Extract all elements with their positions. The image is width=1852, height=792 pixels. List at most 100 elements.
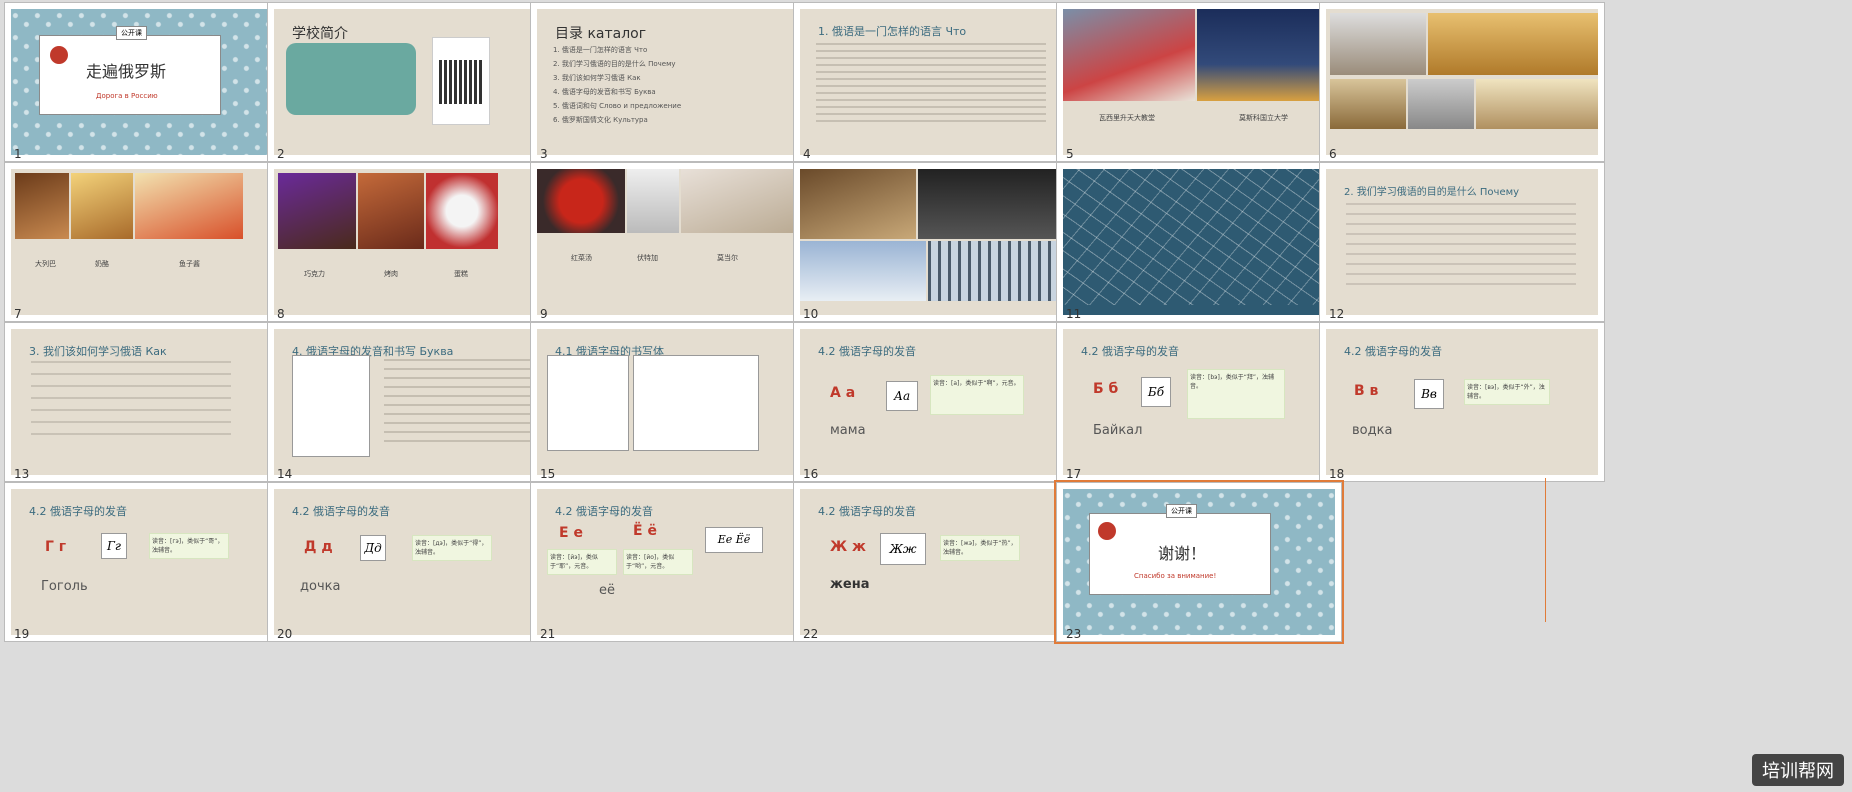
slide-number: 6 bbox=[1329, 147, 1337, 161]
slide-number: 19 bbox=[14, 627, 30, 641]
slide-thumbnail-9[interactable]: 红菜汤 伏特加 莫当尔 bbox=[530, 162, 816, 322]
slide-thumbnail-10[interactable] bbox=[793, 162, 1079, 322]
pronunciation-note-yo: 读音：[йо]，类似于“哟”，元音。 bbox=[623, 549, 693, 575]
cake-photo bbox=[426, 173, 498, 249]
badge: 公开课 bbox=[1166, 504, 1197, 518]
slide-number: 5 bbox=[1066, 147, 1074, 161]
slide-thumbnail-5[interactable]: 瓦西里升天大教堂 莫斯科国立大学 bbox=[1056, 2, 1342, 162]
letter-yo: Ё ё bbox=[633, 523, 657, 539]
cursive-letter: Гг bbox=[101, 533, 127, 559]
cursive-letter: Дд bbox=[360, 535, 386, 561]
toc-list: 1. 俄语是一门怎样的语言 Что 2. 我们学习俄语的目的是什么 Почему… bbox=[553, 46, 682, 124]
slide-thumbnail-1[interactable]: 公开课 走遍俄罗斯 Дорога в Россию bbox=[4, 2, 290, 162]
city-winter-photo bbox=[800, 241, 926, 301]
letter: Д д bbox=[304, 539, 333, 555]
slide-subtitle: Спасибо за внимание! bbox=[1134, 572, 1217, 580]
metro-photo-3 bbox=[1330, 79, 1406, 129]
metro-photo-1 bbox=[1330, 13, 1426, 75]
slide-thumbnail-12[interactable]: 2. 我们学习俄语的目的是什么 Почему bbox=[1319, 162, 1605, 322]
slide-number: 11 bbox=[1066, 307, 1082, 321]
slide-number: 14 bbox=[277, 467, 293, 481]
slide-number: 23 bbox=[1066, 627, 1082, 641]
slide-title: 1. 俄语是一门怎样的语言 Что bbox=[818, 25, 967, 38]
slide-number: 8 bbox=[277, 307, 285, 321]
cursive-letter: Вв bbox=[1414, 379, 1444, 409]
slide-thumbnail-13[interactable]: 3. 我们该如何学习俄语 Как bbox=[4, 322, 290, 482]
slide-thumbnail-8[interactable]: 巧克力 烤肉 蛋糕 bbox=[267, 162, 553, 322]
borscht-photo bbox=[537, 169, 625, 233]
slide-thumbnail-20[interactable]: 4.2 俄语字母的发音 Д д Дд 读音：[дэ]，类似于“得”，浊辅音。 д… bbox=[267, 482, 553, 642]
arrow-list bbox=[31, 361, 231, 445]
bread-photo bbox=[15, 173, 69, 239]
slide-title: 4.2 俄语字母的发音 bbox=[818, 505, 916, 518]
slide-title: 4.2 俄语字母的发音 bbox=[818, 345, 916, 358]
slide-number: 10 bbox=[803, 307, 819, 321]
example-word: дочка bbox=[300, 579, 341, 594]
slide-thumbnail-3[interactable]: 目录 каталог 1. 俄语是一门怎样的语言 Что 2. 我们学习俄语的目… bbox=[530, 2, 816, 162]
slide-thumbnail-7[interactable]: 大列巴 奶酪 鱼子酱 bbox=[4, 162, 290, 322]
slide-thumbnail-16[interactable]: 4.2 俄语字母的发音 А а Аа 读音：[a]，类似于“啊”，元音。 мам… bbox=[793, 322, 1079, 482]
script-chart bbox=[547, 355, 629, 451]
letter: Б б bbox=[1093, 381, 1119, 397]
letter: В в bbox=[1354, 383, 1379, 399]
school-logo bbox=[1098, 522, 1116, 540]
slide-thumbnail-6[interactable] bbox=[1319, 2, 1605, 162]
example-word: Байкал bbox=[1093, 423, 1143, 438]
slide-number: 20 bbox=[277, 627, 293, 641]
slide-number: 22 bbox=[803, 627, 819, 641]
insertion-marker bbox=[1545, 478, 1546, 622]
slide-thumbnail-19[interactable]: 4.2 俄语字母的发音 Г г Гг 读音：[гэ]，类似于“哥”，浊辅音。 Г… bbox=[4, 482, 290, 642]
paragraph-block bbox=[816, 43, 1046, 127]
slide-thumbnail-23[interactable]: 公开课 谢谢！ Спасибо за внимание! bbox=[1054, 480, 1344, 644]
slide-thumbnail-14[interactable]: 4. 俄语字母的发音和书写 Буква bbox=[267, 322, 553, 482]
qr-code bbox=[432, 37, 490, 125]
slide-title: 2. 我们学习俄语的目的是什么 Почему bbox=[1344, 187, 1520, 198]
example-word: жена bbox=[830, 577, 870, 592]
info-panel bbox=[286, 43, 416, 115]
slide-thumbnail-11[interactable] bbox=[1056, 162, 1342, 322]
slide-number: 21 bbox=[540, 627, 556, 641]
metro-photo-4 bbox=[1408, 79, 1474, 129]
forest-photo bbox=[928, 241, 1072, 301]
slide-thumbnail-17[interactable]: 4.2 俄语字母的发音 Б б Бб 读音：[bэ]，类似于“拜”，浊辅音。 Б… bbox=[1056, 322, 1342, 482]
slide-number: 13 bbox=[14, 467, 30, 481]
pronunciation-note: 读音：[вэ]，类似于“外”，浊辅音。 bbox=[1464, 379, 1550, 405]
slide-title: 学校简介 bbox=[292, 26, 348, 42]
slide-thumbnail-18[interactable]: 4.2 俄语字母的发音 В в Вв 读音：[вэ]，类似于“外”，浊辅音。 в… bbox=[1319, 322, 1605, 482]
slide-number: 3 bbox=[540, 147, 548, 161]
pronunciation-note: 读音：[гэ]，类似于“哥”，浊辅音。 bbox=[149, 533, 229, 559]
slide-thumbnail-4[interactable]: 1. 俄语是一门怎样的语言 Что bbox=[793, 2, 1079, 162]
vodka-photo bbox=[627, 169, 679, 233]
slide-thumbnail-2[interactable]: 学校简介 bbox=[267, 2, 553, 162]
slide-thumbnail-21[interactable]: 4.2 俄语字母的发音 Е е Ё ё Ее Ёё 读音：[йэ]，类似于“耶”… bbox=[530, 482, 816, 642]
slide-number: 17 bbox=[1066, 467, 1082, 481]
slide-number: 2 bbox=[277, 147, 285, 161]
slide-thumbnail-22[interactable]: 4.2 俄语字母的发音 Ж ж Жж 读音：[жэ]，类似于“热”，浊辅音。 ж… bbox=[793, 482, 1079, 642]
letter: Ж ж bbox=[830, 539, 866, 555]
cursive-letter: Ее Ёё bbox=[705, 527, 763, 553]
school-logo bbox=[50, 46, 68, 64]
thanks-card: 公开课 谢谢！ Спасибо за внимание! bbox=[1089, 504, 1271, 595]
letter: А а bbox=[830, 385, 856, 401]
slide-number: 18 bbox=[1329, 467, 1345, 481]
cursive-letter: Жж bbox=[880, 533, 926, 565]
chocolate-photo bbox=[278, 173, 356, 249]
slide-title: 4.2 俄语字母的发音 bbox=[29, 505, 127, 518]
cathedral-photo bbox=[1063, 9, 1195, 101]
slide-title: 目录 каталог bbox=[555, 26, 647, 42]
example-word: мама bbox=[830, 423, 866, 438]
alphabet-notes bbox=[384, 359, 534, 449]
pronunciation-note: 读音：[a]，类似于“啊”，元音。 bbox=[930, 375, 1024, 415]
slide-thumbnail-15[interactable]: 4.1 俄语字母的书写体 bbox=[530, 322, 816, 482]
slide-background: 公开课 走遍俄罗斯 Дорога в Россию bbox=[11, 9, 283, 155]
letter: Г г bbox=[45, 539, 67, 555]
badge: 公开课 bbox=[116, 26, 147, 40]
slide-title: 4.2 俄语字母的发音 bbox=[292, 505, 390, 518]
train-photo bbox=[918, 169, 1072, 239]
slide-number: 1 bbox=[14, 147, 22, 161]
alphabet-table bbox=[292, 355, 370, 457]
example-word: её bbox=[599, 583, 615, 598]
dessert-photo bbox=[681, 169, 809, 233]
bullet-lines bbox=[1346, 203, 1576, 287]
cursive-letter: Аа bbox=[886, 381, 918, 411]
